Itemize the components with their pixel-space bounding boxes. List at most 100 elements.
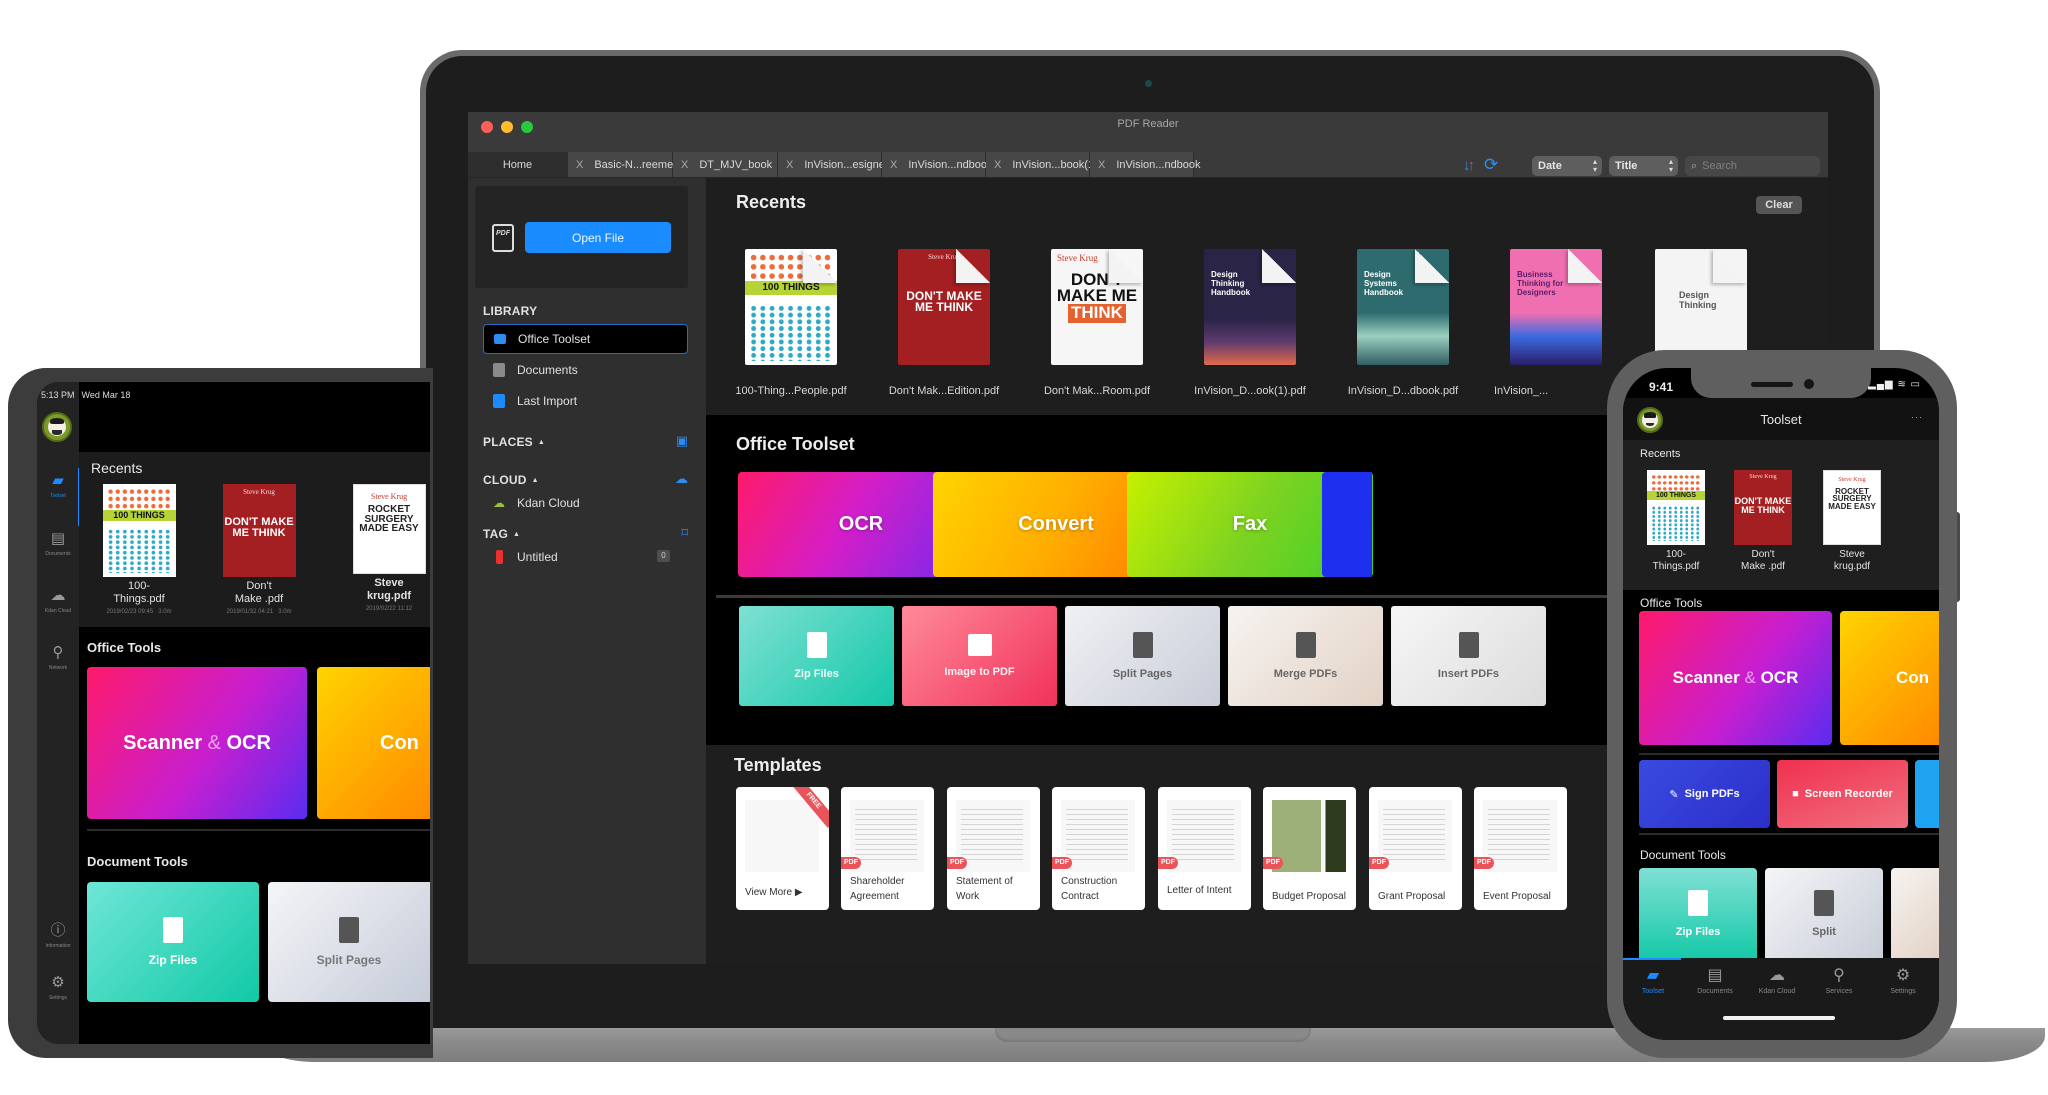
recent-document[interactable]: Design Systems Handbook InVision_D...dbo… [1333, 249, 1473, 397]
template-card[interactable]: PDF Construction Contract [1052, 787, 1145, 910]
zip-files-tile[interactable]: Zip Files [1639, 868, 1757, 960]
tile-label: Con [1896, 668, 1930, 687]
close-tab-icon[interactable]: X [681, 159, 688, 171]
clear-recents-button[interactable]: Clear [1756, 196, 1802, 214]
tab-label: Documents [1697, 988, 1733, 995]
close-tab-icon[interactable]: X [1098, 159, 1105, 171]
rail-item-kdan-cloud[interactable]: ☁ Kdan Cloud [37, 587, 79, 614]
template-view-more[interactable]: FREE View More ▶ [736, 787, 829, 910]
document-tools-title: Document Tools [87, 854, 188, 869]
laptop-camera [1145, 80, 1152, 87]
tag-heading[interactable]: TAG ▲ [483, 527, 520, 541]
tab-services[interactable]: ⚲ Services [1809, 966, 1869, 995]
merge-pdfs-tile[interactable]: Merge PDFs [1228, 606, 1383, 706]
split-pages-tile[interactable]: Split Pages [1065, 606, 1220, 706]
scanner-ocr-tile[interactable]: Scanner & OCR [1639, 611, 1832, 745]
template-card[interactable]: PDF Statement of Work [947, 787, 1040, 910]
heading-label: PLACES [483, 435, 533, 449]
search-input[interactable]: ⌕ Search [1685, 156, 1820, 176]
merge-tile[interactable] [1891, 868, 1939, 960]
recent-document[interactable]: Design Thinking Handbook InVision_D...oo… [1180, 249, 1320, 397]
sidebar-item-kdan-cloud[interactable]: ☁ Kdan Cloud [483, 488, 688, 518]
recent-document[interactable]: Steve Krug DON'T MAKE ME THINK Don't Make… [1720, 470, 1806, 573]
close-tab-icon[interactable]: X [890, 159, 897, 171]
sort-field-select[interactable]: Date ▴ ▾ [1532, 156, 1602, 176]
more-options-icon[interactable]: ··· [1911, 412, 1923, 422]
recent-document[interactable]: 100 THINGS 100- Things.pdf [1633, 470, 1719, 573]
avatar[interactable] [42, 412, 72, 442]
template-card[interactable]: PDF Budget Proposal [1263, 787, 1356, 910]
split-tile[interactable]: Split [1765, 868, 1883, 960]
cloud-upload-icon[interactable]: ☁ [675, 471, 688, 487]
scanner-ocr-tile[interactable]: Scanner & OCR [87, 667, 307, 819]
sidebar-item-last-import[interactable]: Last Import [483, 386, 688, 416]
tab-document[interactable]: X InVision...book(1) [986, 152, 1098, 177]
document-name: 100- Things.pdf [113, 580, 165, 605]
tab-document[interactable]: X InVision...esigners [778, 152, 894, 177]
recent-document[interactable]: Business Thinking for Designers InVision… [1486, 249, 1626, 397]
recent-document[interactable]: Steve Krug DON'T MAKE ME THINK Don't Mak.… [1027, 249, 1167, 397]
zip-files-tile[interactable]: Zip Files [87, 882, 259, 1002]
sidebar-item-office-toolset[interactable]: Office Toolset [483, 324, 688, 354]
toolbar-icons: ↓↑ ⟳ [1463, 152, 1498, 178]
sign-pdfs-tile[interactable]: ✎ Sign PDFs [1639, 760, 1770, 828]
places-heading[interactable]: PLACES ▲ [483, 435, 545, 449]
cover-title: DON'T MAKE ME THINK [906, 288, 982, 315]
recent-document[interactable]: Design Thinking [1631, 249, 1771, 365]
cloud-heading[interactable]: CLOUD ▲ [483, 473, 539, 487]
tab-settings[interactable]: ⚙ Settings [1873, 966, 1933, 995]
convert-tile[interactable]: Con [317, 667, 430, 819]
tab-document[interactable]: X DT_MJV_book [673, 152, 778, 177]
sidebar-item-documents[interactable]: Documents [483, 355, 688, 385]
more-tool-tile[interactable] [1915, 760, 1939, 828]
template-card[interactable]: PDF Letter of Intent [1158, 787, 1251, 910]
image-to-pdf-tile[interactable]: Image to PDF [902, 606, 1057, 706]
tab-documents[interactable]: ▤ Documents [1685, 966, 1745, 995]
tile-label: OCR [226, 731, 271, 754]
add-tag-icon[interactable]: ⌑ [681, 525, 688, 541]
add-folder-icon[interactable]: ▣ [676, 433, 688, 449]
rail-item-network[interactable]: ⚲ Network [37, 644, 79, 671]
recent-document[interactable]: Steve Krug ROCKET SURGERY MADE EASY Steve… [334, 484, 430, 612]
tab-kdan-cloud[interactable]: ☁ Kdan Cloud [1747, 966, 1807, 995]
recent-document[interactable]: 100 THINGS 100-Thing...People.pdf [721, 249, 861, 397]
sidebar-item-tag-untitled[interactable]: Untitled 0 [483, 542, 688, 572]
close-tab-icon[interactable]: X [576, 159, 583, 171]
sync-icon[interactable]: ⟳ [1484, 155, 1498, 175]
rail-item-information[interactable]: ⓘ Information [37, 922, 79, 949]
document-name: Steve krug.pdf [367, 577, 411, 602]
zip-files-tile[interactable]: Zip Files [739, 606, 894, 706]
search-icon: ⌕ [1691, 159, 1698, 172]
template-card[interactable]: PDF Grant Proposal [1369, 787, 1462, 910]
home-indicator[interactable] [1723, 1016, 1835, 1020]
document-thumbnail: Design Thinking Handbook [1204, 249, 1296, 365]
tab-toolset[interactable]: ▰ Toolset [1623, 966, 1683, 995]
convert-tile[interactable]: Con [1840, 611, 1939, 745]
rail-item-settings[interactable]: ⚙ Settings [37, 974, 79, 1001]
close-tab-icon[interactable]: X [786, 159, 793, 171]
insert-pdfs-tile[interactable]: Insert PDFs [1391, 606, 1546, 706]
screen-recorder-tile[interactable]: ■ Screen Recorder [1777, 760, 1908, 828]
rail-item-documents[interactable]: ▤ Documents [37, 530, 79, 557]
rail-item-toolset[interactable]: ▰ Toolset [37, 472, 79, 499]
recent-document[interactable]: Steve Krug ROCKET SURGERY MADE EASY Steve… [1809, 470, 1895, 573]
more-tool-tile[interactable] [1322, 472, 1372, 577]
tab-document[interactable]: X InVision...ndbook [1090, 152, 1201, 177]
tab-document[interactable]: X Basic-N...reement [568, 152, 682, 177]
rail-label: Settings [48, 995, 68, 1001]
tab-document[interactable]: X InVision...ndbook [882, 152, 993, 177]
recent-document[interactable]: 100 THINGS 100- Things.pdf 2019/02/23 09… [84, 484, 194, 615]
sort-order-select[interactable]: Title ▴ ▾ [1609, 156, 1678, 176]
template-card[interactable]: PDF Event Proposal [1474, 787, 1567, 910]
split-pages-tile[interactable]: Split Pages [268, 882, 430, 1002]
tile-label: Insert PDFs [1437, 668, 1500, 680]
sort-arrows-icon[interactable]: ↓↑ [1463, 157, 1475, 174]
close-tab-icon[interactable]: X [994, 159, 1001, 171]
recent-document[interactable]: Steve Krug DON'T MAKE ME THINK Don't Make… [204, 484, 314, 615]
tab-home[interactable]: Home [468, 152, 568, 177]
section-divider [1639, 833, 1939, 835]
template-card[interactable]: PDF Shareholder Agreement [841, 787, 934, 910]
open-file-button[interactable]: Open File [525, 222, 671, 253]
recent-document[interactable]: Steve Krug DON'T MAKE ME THINK Don't Mak… [874, 249, 1014, 397]
tab-label: InVision...esigners [804, 158, 895, 171]
